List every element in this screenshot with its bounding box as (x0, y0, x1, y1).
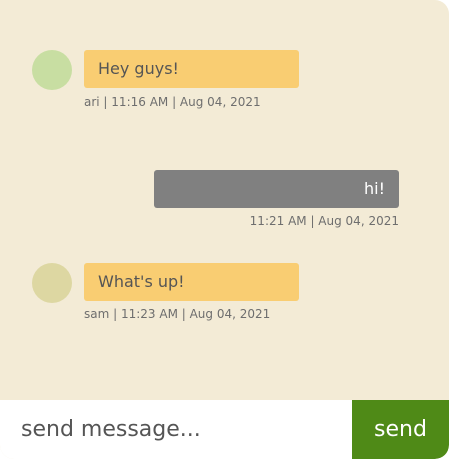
message-bubble: What's up! (84, 263, 299, 301)
avatar-ari (32, 50, 72, 90)
chat-window: Hey guys! ari | 11:16 AM | Aug 04, 2021 … (0, 0, 449, 459)
message-input[interactable] (0, 400, 352, 459)
avatar-sam (32, 263, 72, 303)
message-meta: 11:21 AM | Aug 04, 2021 (249, 214, 399, 228)
message-bubble: hi! (154, 170, 399, 208)
message-bubble: Hey guys! (84, 50, 299, 88)
composer: send (0, 400, 449, 459)
message-meta: sam | 11:23 AM | Aug 04, 2021 (84, 307, 271, 321)
send-button[interactable]: send (352, 400, 449, 459)
message-meta: ari | 11:16 AM | Aug 04, 2021 (84, 95, 261, 109)
